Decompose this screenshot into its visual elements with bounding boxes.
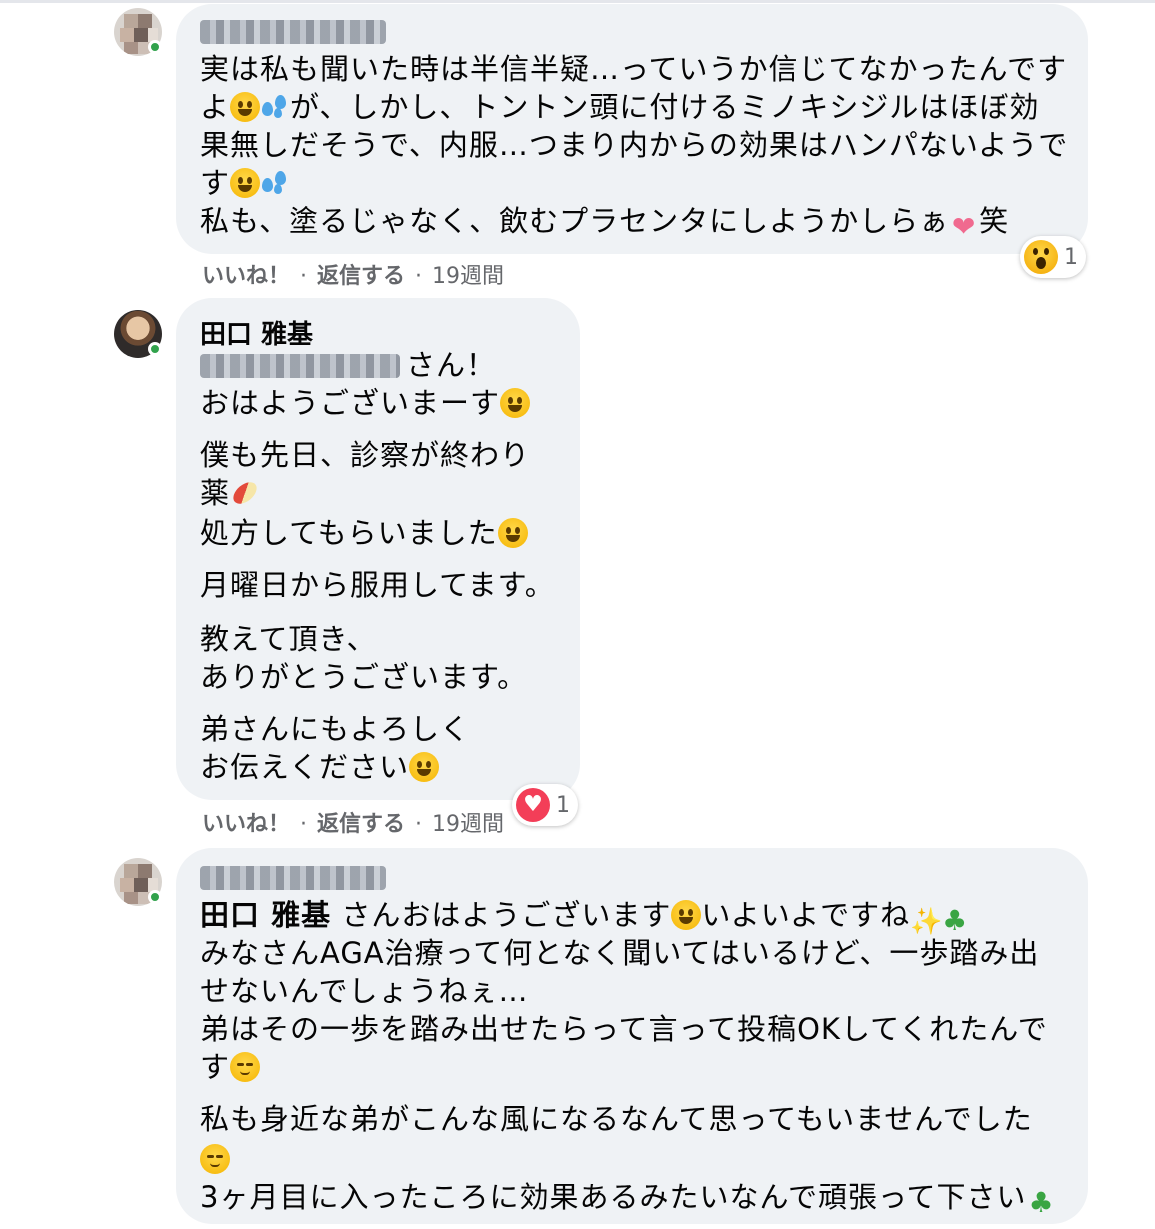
reaction-summary-2[interactable]: ♥ 1 [512,784,578,826]
comment-bubble-3: 田口 雅基 さんおはようございます いよいよですね✨♣ みなさんAGA治療って何と… [176,848,1088,1224]
comment-text-line: 3ヶ月目に入ったころに効果あるみたいなんで頑張って下さい♣ [200,1180,1055,1219]
comment-text-line: おはようございまーす [200,384,531,422]
comment-actions-1: いいね！ · 返信する · 19週間 [202,264,504,289]
grinning-face-emoji [497,518,528,548]
heart-emoji: ❤ [951,210,977,243]
blurred-mention[interactable] [200,354,400,378]
blurred-author-name[interactable] [200,20,386,44]
grinning-sweat-emoji [230,92,261,122]
mention-link[interactable]: 田口 雅基 [200,898,331,932]
timestamp[interactable]: 19週間 [432,812,504,837]
mention-suffix: さん！ [406,348,497,382]
reaction-summary-1[interactable]: 1 [1020,236,1086,278]
like-button[interactable]: いいね！ [202,264,290,289]
comment-text-line: 果無しだそうで、内服…つまり内からの効果はハンパないようで [200,128,1069,162]
comment-text-line: 私も、塗るじゃなく、飲むプラセンタにしようかしらぁ❤笑 [200,204,1010,243]
comment-text-line: 実は私も聞いた時は半信半疑…っていうか信じてなかったんです [200,52,1068,86]
sweat-droplets-emoji [260,92,290,122]
blurred-author-name[interactable] [200,866,386,890]
wow-reaction-icon [1024,240,1058,274]
clover-emoji: ♣ [942,904,969,937]
online-status-dot [148,342,162,356]
comment-bubble-1: 実は私も聞いた時は半信半疑…っていうか信じてなかったんです よが、しかし、トント… [176,4,1088,254]
comment-text-line: 田口 雅基 さんおはようございます いよいよですね✨♣ [200,898,969,937]
comment-text-line [200,1140,230,1178]
comment-text-line: せないんでしょうねぇ… [200,974,529,1008]
comment-text-line: 教えて頂き、 [200,622,377,656]
sparkles-emoji: ✨ [910,907,944,937]
reply-button[interactable]: 返信する [317,812,405,837]
timestamp[interactable]: 19週間 [432,264,504,289]
comment-text-line: みなさんAGA治療って何となく聞いてはいるけど、一歩踏み出 [200,936,1040,970]
smiling-face-emoji [671,900,702,930]
like-button[interactable]: いいね！ [202,812,290,837]
comment-text-line: 薬 [200,474,261,512]
reply-button[interactable]: 返信する [317,264,405,289]
comment-bubble-2: 田口 雅基 さん！ おはようございまーす 僕も先日、診察が終わり 薬 処方しても… [176,298,580,800]
comment-text-line: 月曜日から服用してます。 [200,568,555,602]
comment-text-line: す [200,1048,261,1086]
comment-actions-2: いいね！ · 返信する · 19週間 [202,812,504,837]
reaction-count: 1 [556,792,570,818]
grinning-sweat-emoji [230,168,261,198]
love-reaction-icon: ♥ [516,788,550,822]
sweat-droplets-emoji [260,168,290,198]
avatar-commenter-1[interactable] [114,858,162,906]
comment-text-line: す [200,164,290,202]
comment-text-line: よが、しかし、トントン頭に付けるミノキシジルはほぼ効 [200,90,1040,124]
reaction-count: 1 [1064,244,1078,270]
relieved-face-emoji [230,1052,261,1082]
online-status-dot [148,40,162,54]
comment-text-line: 私も身近な弟がこんな風になるなんて思ってもいませんでした [200,1102,1033,1136]
top-divider [0,0,1155,3]
online-status-dot [148,890,162,904]
pill-emoji [229,478,261,508]
comment-text-line: 僕も先日、診察が終わり [200,438,531,472]
comment-text-line: 弟さんにもよろしく [200,712,471,746]
comment-text-line: 弟はその一歩を踏み出せたらって言って投稿OKしてくれたんで [200,1012,1048,1046]
relieved-face-emoji [200,1144,230,1174]
comment-author[interactable]: 田口 雅基 [200,314,313,351]
avatar-commenter-1[interactable] [114,8,162,56]
comment-text-line: 処方してもらいました [200,514,528,552]
clover-emoji: ♣ [1028,1186,1055,1219]
avatar-taguchi[interactable] [114,310,162,358]
smiling-face-emoji [500,388,531,418]
comment-text-line: お伝えください [200,748,440,786]
comment-text-line: ありがとうございます。 [200,660,528,694]
grinning-face-emoji [409,752,440,782]
